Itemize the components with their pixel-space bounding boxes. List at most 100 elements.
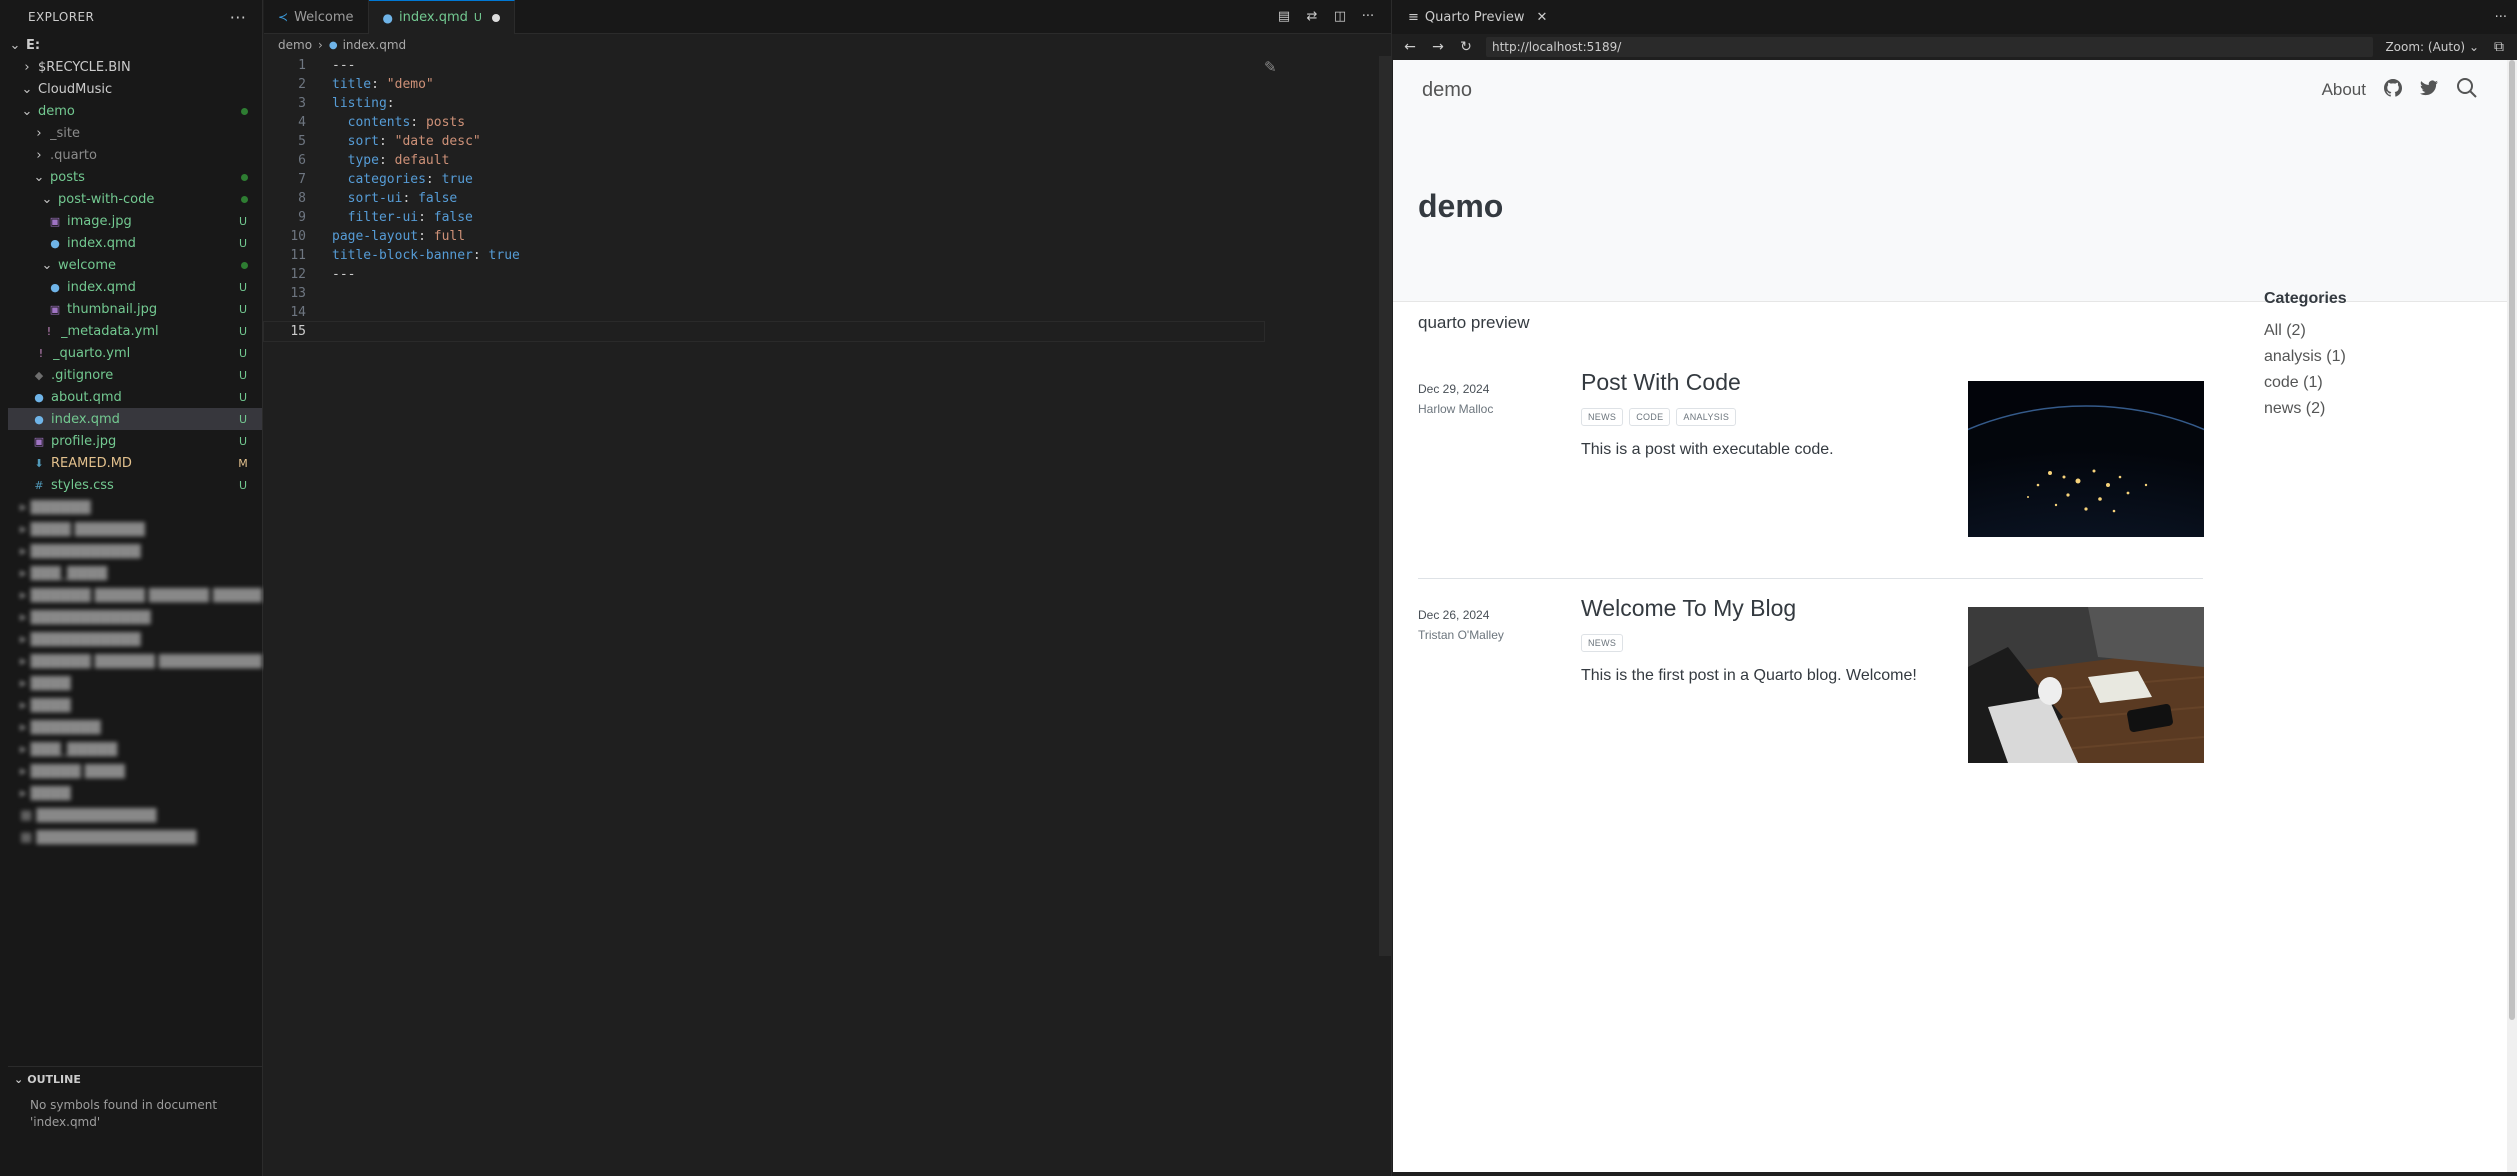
- tree-folder-site[interactable]: › _site: [8, 122, 262, 144]
- tab-index-qmd[interactable]: ● index.qmd U: [368, 0, 515, 34]
- tree-folder-quarto[interactable]: › .quarto: [8, 144, 262, 166]
- editor-group: ≺ Welcome ● index.qmd U ▤ ⇄ ◫ ··· demo ›…: [263, 0, 1391, 1176]
- post-meta: Dec 26, 2024 Tristan O'Malley: [1418, 605, 1504, 645]
- tree-item-redacted[interactable]: ▸ ████: [8, 782, 262, 804]
- category-filter-analysis[interactable]: analysis (1): [2264, 344, 2464, 370]
- more-actions-icon[interactable]: ···: [2495, 10, 2507, 25]
- unsaved-dot-icon[interactable]: [491, 13, 500, 22]
- tree-item-redacted[interactable]: ▸ ████: [8, 672, 262, 694]
- github-icon[interactable]: [2384, 78, 2403, 102]
- tree-item-redacted[interactable]: ▸ █████ ████: [8, 760, 262, 782]
- url-input[interactable]: http://localhost:5189/: [1486, 37, 2374, 57]
- preview-url-bar: ← → ↻ http://localhost:5189/ Zoom: (Auto…: [1392, 34, 2517, 60]
- tree-item-redacted[interactable]: ▸ ███████████: [8, 628, 262, 650]
- tree-file-index-qmd-welcome[interactable]: ● index.qmd U: [8, 276, 262, 298]
- tree-file-index-qmd-root[interactable]: ● index.qmd U: [8, 408, 262, 430]
- tree-item-redacted[interactable]: ▸ ██████ ██████ ███████████: [8, 650, 262, 672]
- reload-icon[interactable]: ↻: [1458, 39, 1474, 55]
- listing-item[interactable]: Dec 29, 2024 Harlow Malloc Post With Cod…: [1418, 353, 2204, 579]
- outline-panel: ⌄ OUTLINE No symbols found in document '…: [8, 1066, 262, 1176]
- webpage-scrollbar[interactable]: [2507, 60, 2517, 1172]
- tree-item-redacted[interactable]: ▸ ███████: [8, 716, 262, 738]
- preview-icon[interactable]: ▤: [1275, 7, 1293, 25]
- twitter-icon[interactable]: [2420, 79, 2438, 101]
- tree-file-index-qmd-post[interactable]: ● index.qmd U: [8, 232, 262, 254]
- compare-changes-icon[interactable]: ⇄: [1303, 7, 1321, 25]
- preview-tab[interactable]: ≡ Quarto Preview ✕ ···: [1392, 0, 2517, 34]
- tree-item-redacted[interactable]: ▸ ████████████: [8, 606, 262, 628]
- code-line: 4 contents: posts: [298, 115, 466, 130]
- back-arrow-icon[interactable]: ←: [1402, 39, 1418, 55]
- tree-folder-posts[interactable]: ⌄ posts: [8, 166, 262, 188]
- tree-item-recycle-bin[interactable]: › $RECYCLE.BIN: [8, 56, 262, 78]
- code-line: 1 ---: [298, 58, 356, 73]
- category-badge[interactable]: NEWS: [1581, 634, 1624, 652]
- code-line: 9 filter-ui: false: [298, 210, 473, 225]
- category-filter-all[interactable]: All (2): [2264, 318, 2464, 344]
- image-file-icon: ▣: [49, 302, 61, 316]
- tree-file-about-qmd[interactable]: ● about.qmd U: [8, 386, 262, 408]
- category-badge[interactable]: CODE: [1629, 408, 1671, 426]
- post-title[interactable]: Welcome To My Blog: [1581, 595, 1796, 622]
- git-status-dot: [241, 173, 248, 181]
- tree-file-reamed-md[interactable]: ⬇ REAMED.MD M: [8, 452, 262, 474]
- page-title: demo: [1418, 188, 1504, 224]
- code-line: 12 ---: [290, 267, 356, 282]
- post-summary: This is a post with executable code.: [1581, 441, 1834, 458]
- breadcrumb-file[interactable]: index.qmd: [343, 38, 407, 52]
- tree-file-styles-css[interactable]: # styles.css U: [8, 474, 262, 496]
- nav-about-link[interactable]: About: [2322, 80, 2366, 100]
- code-line: 8 sort-ui: false: [298, 191, 458, 206]
- search-icon[interactable]: [2456, 77, 2478, 104]
- chevron-down-icon: ⌄: [9, 37, 21, 53]
- editor-scrollbar[interactable]: [1379, 56, 1391, 956]
- copilot-hint-icon[interactable]: ✎: [1264, 58, 1284, 78]
- tree-item-redacted[interactable]: ▦ ████████████: [8, 804, 262, 826]
- close-icon[interactable]: ✕: [1536, 10, 1547, 25]
- category-badge[interactable]: NEWS: [1581, 408, 1624, 426]
- tree-item-redacted[interactable]: ▸ ███_████: [8, 562, 262, 584]
- code-editor[interactable]: 1 --- 2 title: "demo" 3 listing: 4 contents…: [263, 56, 1391, 342]
- post-categories: NEWS CODE ANALYSIS: [1581, 408, 1737, 426]
- tree-item-redacted[interactable]: ▸ ████: [8, 694, 262, 716]
- code-line: 6 type: default: [298, 153, 450, 168]
- chevron-right-icon: ›: [318, 38, 323, 52]
- tree-file-image-jpg[interactable]: ▣ image.jpg U: [8, 210, 262, 232]
- tree-folder-welcome[interactable]: ⌄ welcome: [8, 254, 262, 276]
- tree-folder-demo[interactable]: ⌄ demo: [8, 100, 262, 122]
- tree-file-quarto-yml[interactable]: ! _quarto.yml U: [8, 342, 262, 364]
- zoom-select[interactable]: Zoom: (Auto) ⌄: [2385, 40, 2479, 54]
- more-actions-icon[interactable]: ···: [1359, 7, 1377, 25]
- tree-file-gitignore[interactable]: ◆ .gitignore U: [8, 364, 262, 386]
- tree-item-redacted[interactable]: ▸ ██████ █████ ██████ ██████: [8, 584, 262, 606]
- post-thumbnail-earth[interactable]: [1968, 381, 2204, 537]
- tree-item-redacted[interactable]: ▦ ████████████████: [8, 826, 262, 848]
- chevron-right-icon: ›: [36, 125, 42, 141]
- tree-file-profile-jpg[interactable]: ▣ profile.jpg U: [8, 430, 262, 452]
- post-title[interactable]: Post With Code: [1581, 369, 1741, 396]
- yaml-file-icon: !: [38, 346, 44, 360]
- category-filter-code[interactable]: code (1): [2264, 370, 2464, 396]
- tree-item-redacted[interactable]: ▸ ████ ███████: [8, 518, 262, 540]
- listing-item[interactable]: Dec 26, 2024 Tristan O'Malley Welcome To…: [1418, 579, 2204, 805]
- category-badge[interactable]: ANALYSIS: [1676, 408, 1737, 426]
- post-date: Dec 26, 2024: [1418, 608, 1490, 622]
- site-brand[interactable]: demo: [1422, 79, 1472, 102]
- tree-item-redacted[interactable]: ▸ ███████████: [8, 540, 262, 562]
- tree-folder-post-with-code[interactable]: ⌄ post-with-code: [8, 188, 262, 210]
- tree-root[interactable]: ⌄ E:: [8, 34, 262, 56]
- tab-welcome[interactable]: ≺ Welcome: [264, 0, 369, 34]
- tree-item-cloudmusic[interactable]: ⌄ CloudMusic: [8, 78, 262, 100]
- tree-item-redacted[interactable]: ▸ ███_█████: [8, 738, 262, 760]
- open-external-icon[interactable]: ⧉: [2491, 39, 2507, 55]
- tree-file-metadata-yml[interactable]: ! _metadata.yml U: [8, 320, 262, 342]
- category-filter-news[interactable]: news (2): [2264, 396, 2464, 422]
- post-thumbnail-desk[interactable]: [1968, 607, 2204, 763]
- outline-header[interactable]: ⌄ OUTLINE: [8, 1067, 262, 1091]
- split-editor-icon[interactable]: ◫: [1331, 7, 1349, 25]
- tree-item-redacted[interactable]: ▸ ██████: [8, 496, 262, 518]
- forward-arrow-icon[interactable]: →: [1430, 39, 1446, 55]
- breadcrumb-folder[interactable]: demo: [278, 38, 312, 52]
- tree-file-thumbnail-jpg[interactable]: ▣ thumbnail.jpg U: [8, 298, 262, 320]
- more-actions-icon[interactable]: ···: [228, 7, 248, 27]
